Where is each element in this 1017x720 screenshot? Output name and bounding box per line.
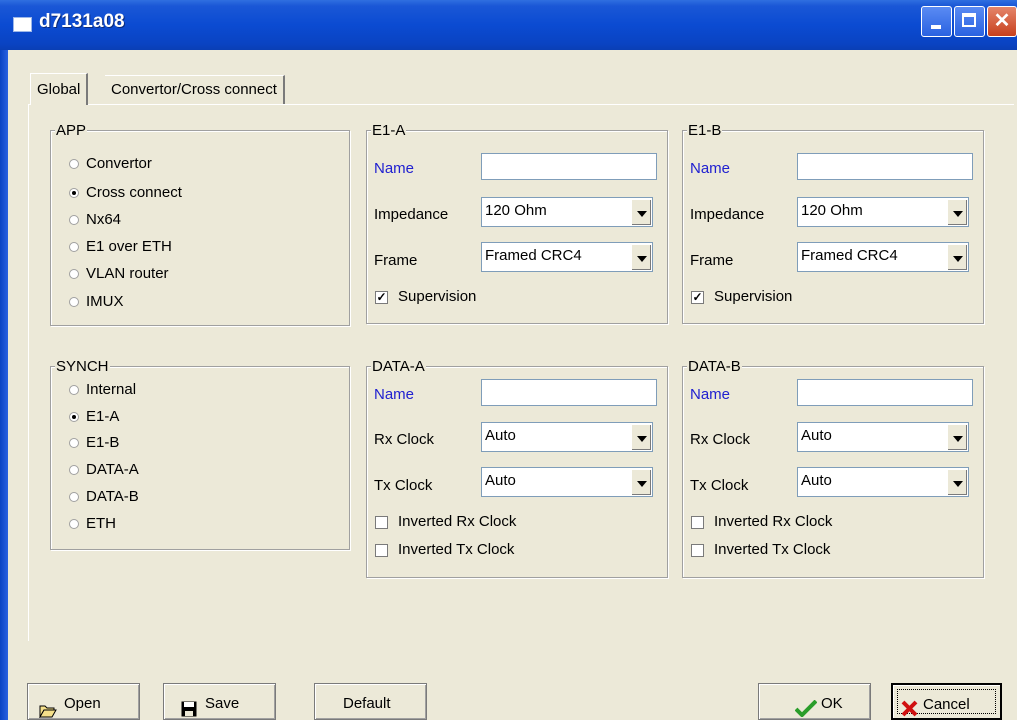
ok-button[interactable]: OK [758, 683, 871, 720]
data-b-group: DATA-B Name Rx Clock Auto Tx Clock Auto … [682, 358, 984, 578]
chevron-down-icon[interactable] [947, 244, 967, 270]
title-bar[interactable]: d7131a08 ✕ [0, 0, 1017, 50]
checkmark-icon [794, 694, 818, 720]
chevron-down-icon[interactable] [631, 199, 651, 225]
e1-b-name-input[interactable] [797, 153, 973, 180]
checkbox-checked[interactable]: ✓ [691, 291, 704, 304]
data-b-name-label: Name [690, 386, 731, 403]
radio-button[interactable] [69, 438, 79, 448]
data-a-name-input[interactable] [481, 379, 657, 406]
window-title: d7131a08 [39, 11, 125, 32]
close-icon: ✕ [993, 10, 1011, 32]
e1-b-group: E1-B Name Impedance 120 Ohm Frame Framed… [682, 122, 984, 324]
e1-b-frame-value: Framed CRC4 [801, 247, 898, 264]
app-group-title: APP [55, 122, 88, 139]
e1-a-group-title: E1-A [371, 122, 407, 139]
synch-group-title: SYNCH [55, 358, 110, 375]
e1-b-group-title: E1-B [687, 122, 723, 139]
e1-b-impedance-value: 120 Ohm [801, 202, 863, 219]
radio-button[interactable] [69, 269, 79, 279]
e1-a-impedance-value: 120 Ohm [485, 202, 547, 219]
data-a-group: DATA-A Name Rx Clock Auto Tx Clock Auto … [366, 358, 668, 578]
data-b-rx-clock-value: Auto [801, 427, 832, 444]
radio-button[interactable] [69, 215, 79, 225]
radio-button[interactable] [69, 385, 79, 395]
window-icon [13, 17, 32, 32]
e1-a-name-label: Name [374, 160, 415, 177]
radio-button[interactable] [69, 465, 79, 475]
chevron-down-icon[interactable] [631, 424, 651, 450]
radio-button-selected[interactable] [69, 188, 79, 198]
checkbox-unchecked[interactable] [691, 544, 704, 557]
data-a-tx-clock-select[interactable]: Auto [481, 467, 653, 497]
data-b-tx-clock-select[interactable]: Auto [797, 467, 969, 497]
data-a-group-title: DATA-A [371, 358, 426, 375]
e1-b-impedance-label: Impedance [690, 206, 765, 223]
tab-global[interactable]: Global [30, 73, 89, 105]
e1-a-name-input[interactable] [481, 153, 657, 180]
folder-open-icon [39, 695, 57, 720]
radio-button[interactable] [69, 519, 79, 529]
synch-group: SYNCH Internal E1-A E1-B DATA-A DATA-B E… [50, 358, 350, 550]
red-x-icon [901, 694, 918, 720]
data-b-group-title: DATA-B [687, 358, 742, 375]
checkbox-unchecked[interactable] [375, 544, 388, 557]
e1-b-impedance-select[interactable]: 120 Ohm [797, 197, 969, 227]
dialog-window: d7131a08 ✕ Global Convertor/Cross connec… [0, 0, 1017, 720]
data-b-name-input[interactable] [797, 379, 973, 406]
chevron-down-icon[interactable] [631, 469, 651, 495]
data-a-rx-clock-select[interactable]: Auto [481, 422, 653, 452]
chevron-down-icon[interactable] [631, 244, 651, 270]
open-button[interactable]: Open [27, 683, 140, 720]
data-b-tx-clock-value: Auto [801, 472, 832, 489]
close-button[interactable]: ✕ [987, 6, 1017, 37]
app-group: APP Convertor Cross connect Nx64 E1 over… [50, 122, 350, 326]
data-a-rx-clock-label: Rx Clock [374, 431, 435, 448]
e1-b-frame-label: Frame [690, 252, 734, 269]
data-a-tx-clock-label: Tx Clock [374, 477, 433, 494]
data-a-name-label: Name [374, 386, 415, 403]
radio-button-selected[interactable] [69, 412, 79, 422]
chevron-down-icon[interactable] [947, 424, 967, 450]
minimize-icon [931, 25, 941, 29]
save-button[interactable]: Save [163, 683, 276, 720]
e1-a-frame-value: Framed CRC4 [485, 247, 582, 264]
floppy-disk-icon [181, 694, 197, 720]
e1-a-frame-label: Frame [374, 252, 418, 269]
checkbox-unchecked[interactable] [375, 516, 388, 529]
maximize-icon [962, 13, 976, 27]
e1-b-name-label: Name [690, 160, 731, 177]
e1-a-frame-select[interactable]: Framed CRC4 [481, 242, 653, 272]
chevron-down-icon[interactable] [947, 469, 967, 495]
data-b-rx-clock-label: Rx Clock [690, 431, 751, 448]
checkbox-unchecked[interactable] [691, 516, 704, 529]
chevron-down-icon[interactable] [947, 199, 967, 225]
radio-button[interactable] [69, 159, 79, 169]
maximize-button[interactable] [954, 6, 985, 37]
radio-button[interactable] [69, 297, 79, 307]
e1-a-group: E1-A Name Impedance 120 Ohm Frame Framed… [366, 122, 668, 324]
radio-button[interactable] [69, 492, 79, 502]
minimize-button[interactable] [921, 6, 952, 37]
window-frame-left [0, 50, 8, 720]
data-a-tx-clock-value: Auto [485, 472, 516, 489]
data-b-rx-clock-select[interactable]: Auto [797, 422, 969, 452]
e1-a-impedance-select[interactable]: 120 Ohm [481, 197, 653, 227]
data-b-tx-clock-label: Tx Clock [690, 477, 749, 494]
tab-convertor-cross-connect[interactable]: Convertor/Cross connect [105, 75, 285, 104]
default-button[interactable]: Default [314, 683, 427, 720]
checkbox-checked[interactable]: ✓ [375, 291, 388, 304]
e1-a-impedance-label: Impedance [374, 206, 449, 223]
cancel-button[interactable]: Cancel [891, 683, 1002, 720]
e1-b-frame-select[interactable]: Framed CRC4 [797, 242, 969, 272]
radio-button[interactable] [69, 242, 79, 252]
data-a-rx-clock-value: Auto [485, 427, 516, 444]
